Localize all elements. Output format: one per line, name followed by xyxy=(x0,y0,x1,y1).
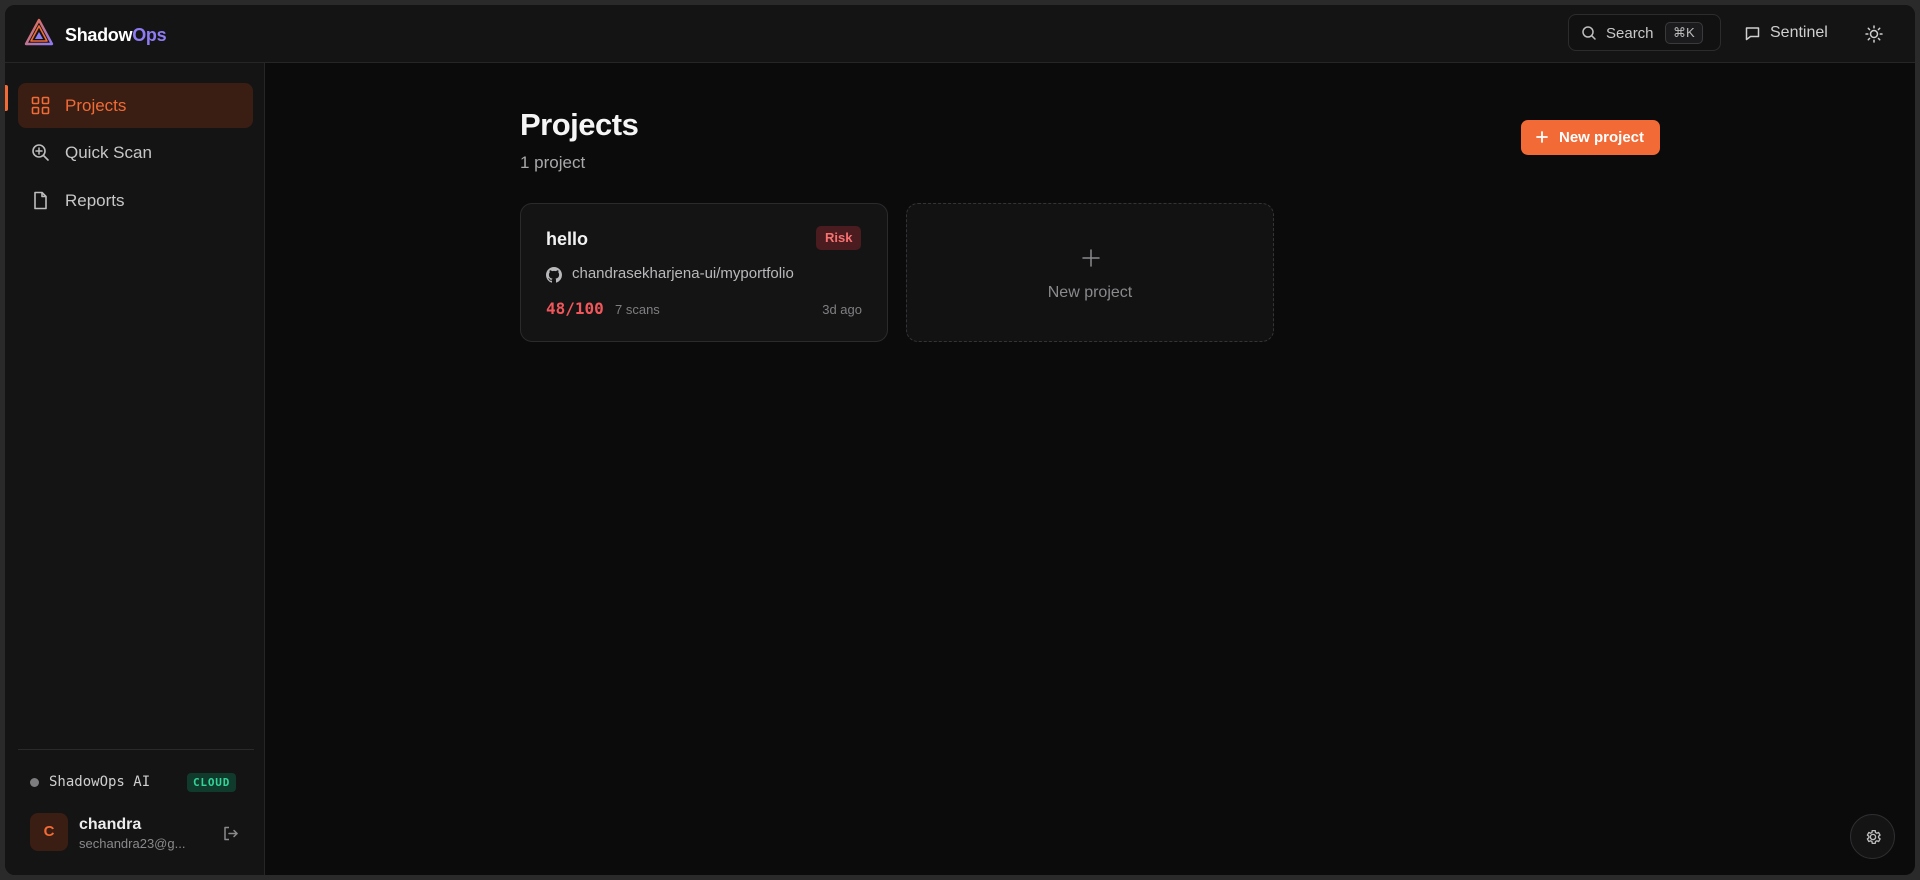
ai-status: ShadowOps AI CLOUD xyxy=(30,771,245,795)
new-project-card-label: New project xyxy=(1047,284,1133,301)
plus-icon xyxy=(1082,249,1100,267)
new-project-card[interactable]: New project xyxy=(906,203,1274,342)
github-icon xyxy=(546,267,562,283)
scan-search-icon xyxy=(32,144,49,161)
search-icon xyxy=(1582,26,1596,40)
logout-icon[interactable] xyxy=(222,825,239,842)
active-indicator xyxy=(5,85,8,111)
brand-primary: Shadow xyxy=(65,25,133,45)
search-shortcut-badge: ⌘K xyxy=(1665,22,1703,44)
chat-icon xyxy=(1745,27,1760,41)
sidebar-item-quick-scan[interactable]: Quick Scan xyxy=(18,130,253,175)
shadowops-logo-icon xyxy=(24,18,54,46)
new-project-button[interactable]: New project xyxy=(1521,120,1660,155)
gear-icon xyxy=(1866,829,1881,845)
sidebar-item-label: Quick Scan xyxy=(65,143,152,162)
user-profile: C chandra sechandra23@g... xyxy=(30,813,245,853)
app-window: ShadowOps Search ⌘K Sentinel Projects Qu… xyxy=(5,5,1915,875)
avatar[interactable]: C xyxy=(30,813,68,851)
sidebar-item-projects[interactable]: Projects xyxy=(18,83,253,128)
status-dot xyxy=(30,778,39,787)
grid-icon xyxy=(31,96,50,115)
status-badge: Risk xyxy=(816,226,862,250)
cloud-badge: CLOUD xyxy=(187,773,237,792)
settings-button[interactable] xyxy=(1850,814,1895,859)
sidebar: Projects Quick Scan Reports ShadowOps AI… xyxy=(5,63,265,875)
scan-count: 7 scans xyxy=(615,302,660,317)
document-icon xyxy=(34,191,47,210)
new-project-button-label: New project xyxy=(1559,129,1645,146)
sidebar-divider xyxy=(18,749,254,750)
sun-icon[interactable] xyxy=(1865,25,1883,43)
project-count: 1 project xyxy=(520,153,586,172)
plus-icon xyxy=(1536,131,1548,143)
search-label: Search xyxy=(1606,25,1654,42)
user-name: chandra xyxy=(79,816,142,833)
sidebar-item-label: Projects xyxy=(65,96,127,115)
repo-name: chandrasekharjena-ui/myportfolio xyxy=(572,265,794,282)
project-card[interactable]: hello Risk chandrasekharjena-ui/myportfo… xyxy=(520,203,888,342)
risk-score: 48/100 xyxy=(546,299,604,318)
updated-time: 3d ago xyxy=(822,302,862,317)
project-name: hello xyxy=(546,229,589,249)
sidebar-item-label: Reports xyxy=(65,191,125,210)
search-button[interactable]: Search ⌘K xyxy=(1568,14,1721,51)
sidebar-item-reports[interactable]: Reports xyxy=(18,178,253,223)
top-header: ShadowOps Search ⌘K Sentinel xyxy=(5,5,1915,63)
user-email: sechandra23@g... xyxy=(79,836,186,851)
sentinel-label: Sentinel xyxy=(1770,24,1828,41)
page-title: Projects xyxy=(520,107,639,142)
brand-name[interactable]: ShadowOps xyxy=(65,25,167,46)
ai-label: ShadowOps AI xyxy=(49,774,151,790)
brand-accent: Ops xyxy=(132,25,167,45)
